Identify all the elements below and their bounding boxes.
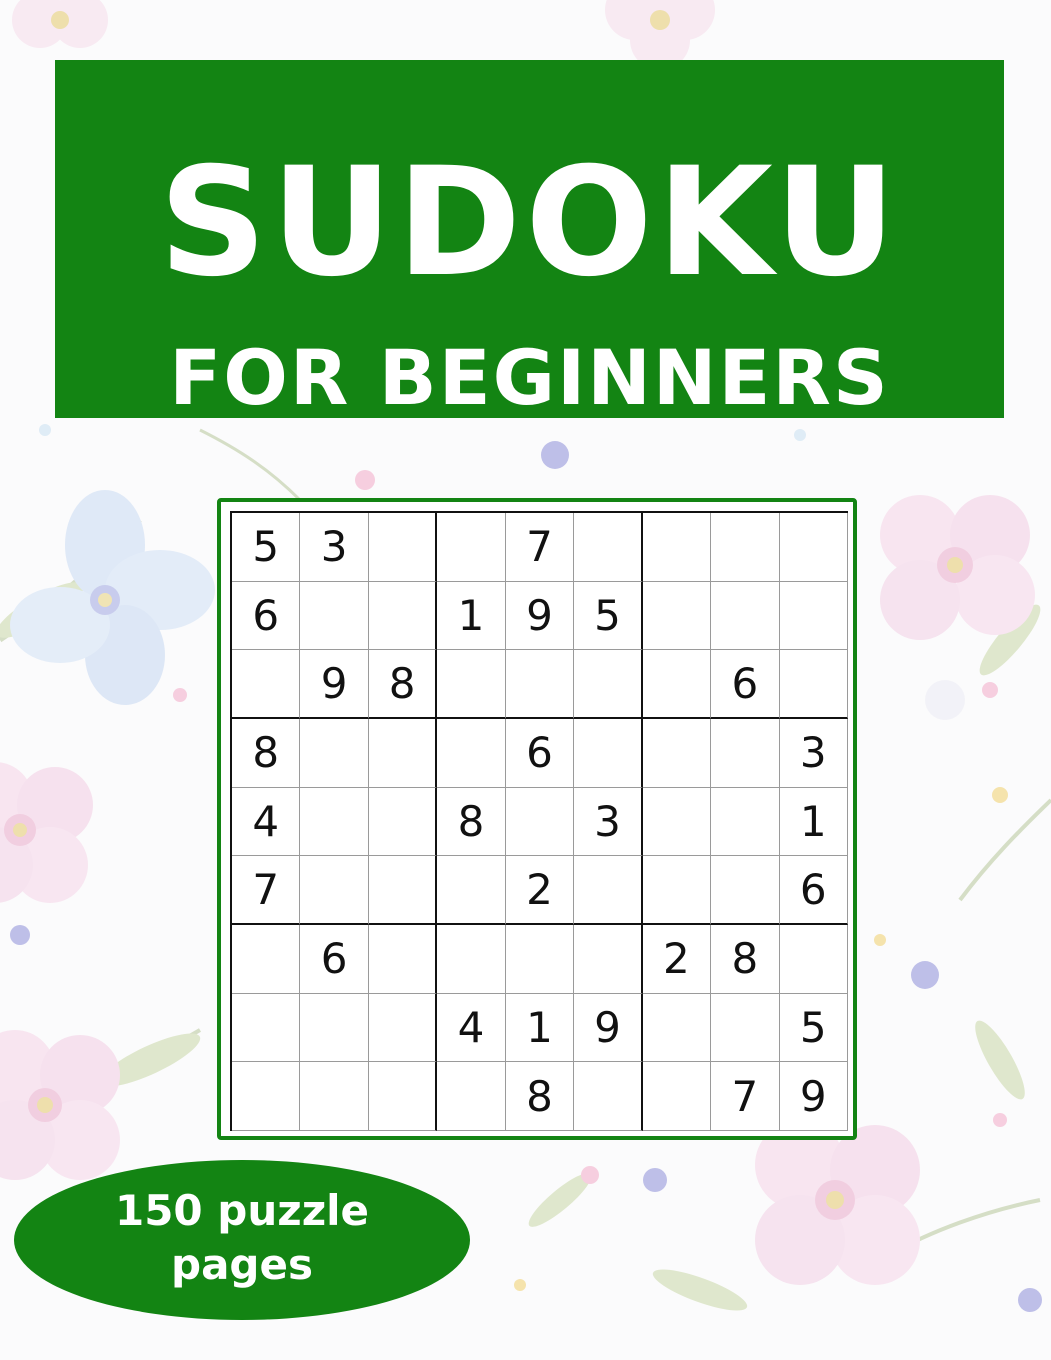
sudoku-cell: 7 <box>505 513 575 582</box>
sudoku-cell <box>437 856 506 925</box>
sudoku-cell <box>711 513 780 582</box>
sudoku-cell <box>437 718 506 788</box>
sudoku-cell: 9 <box>779 1062 848 1131</box>
sudoku-cell <box>505 787 575 857</box>
sudoku-cell: 8 <box>437 787 506 857</box>
sudoku-cell: 4 <box>437 993 506 1063</box>
page-count-badge: 150 puzzle pages <box>14 1160 470 1320</box>
sudoku-cell <box>779 581 848 651</box>
sudoku-cell <box>711 581 780 651</box>
sudoku-cell <box>437 650 506 719</box>
sudoku-cell <box>437 1062 506 1131</box>
sudoku-frame: 537619598686348317266284195879 <box>217 498 857 1140</box>
sudoku-cell <box>711 993 780 1063</box>
sudoku-cell <box>300 1062 369 1131</box>
sudoku-cell: 8 <box>505 1062 575 1131</box>
sudoku-cell <box>505 650 575 719</box>
sudoku-cell <box>574 856 643 925</box>
sudoku-cell <box>300 787 369 857</box>
sudoku-cell: 2 <box>505 856 575 925</box>
sudoku-cell <box>574 513 643 582</box>
sudoku-cell <box>711 718 780 788</box>
sudoku-cell <box>300 581 369 651</box>
sudoku-cell: 9 <box>574 993 643 1063</box>
sudoku-cell <box>437 924 506 994</box>
sudoku-cell: 4 <box>232 787 301 857</box>
sudoku-cell <box>368 787 438 857</box>
sudoku-cell <box>300 856 369 925</box>
sudoku-cell: 2 <box>642 924 712 994</box>
sudoku-cell: 5 <box>574 581 643 651</box>
sudoku-cell <box>300 993 369 1063</box>
sudoku-cell <box>779 924 848 994</box>
sudoku-cell: 5 <box>779 993 848 1063</box>
sudoku-cell <box>368 718 438 788</box>
sudoku-cell <box>232 993 301 1063</box>
sudoku-cell: 3 <box>779 718 848 788</box>
sudoku-cell <box>574 718 643 788</box>
sudoku-cell: 6 <box>505 718 575 788</box>
sudoku-cell <box>368 924 438 994</box>
sudoku-cell <box>368 1062 438 1131</box>
sudoku-cell <box>779 650 848 719</box>
sudoku-cell <box>368 513 438 582</box>
title-banner: SUDOKU FOR BEGINNERS <box>55 60 1004 418</box>
sudoku-cell: 1 <box>779 787 848 857</box>
cover-subtitle: FOR BEGINNERS <box>169 333 890 422</box>
sudoku-cell <box>642 581 712 651</box>
sudoku-cell <box>505 924 575 994</box>
sudoku-cell: 6 <box>779 856 848 925</box>
sudoku-cell: 9 <box>300 650 369 719</box>
sudoku-cell <box>368 581 438 651</box>
sudoku-cell <box>574 924 643 994</box>
sudoku-cell: 5 <box>232 513 301 582</box>
sudoku-cell <box>711 787 780 857</box>
sudoku-cell <box>642 993 712 1063</box>
sudoku-cell <box>642 787 712 857</box>
sudoku-cell: 8 <box>711 924 780 994</box>
sudoku-cell: 8 <box>368 650 438 719</box>
sudoku-cell: 1 <box>437 581 506 651</box>
sudoku-cell: 8 <box>232 718 301 788</box>
sudoku-cell <box>642 718 712 788</box>
sudoku-cell <box>300 718 369 788</box>
sudoku-cell: 3 <box>300 513 369 582</box>
sudoku-grid: 537619598686348317266284195879 <box>230 511 848 1131</box>
sudoku-cell <box>232 1062 301 1131</box>
sudoku-cell <box>574 650 643 719</box>
sudoku-cell: 6 <box>711 650 780 719</box>
sudoku-cell: 7 <box>232 856 301 925</box>
cover-title: SUDOKU <box>158 136 901 310</box>
sudoku-cell <box>642 856 712 925</box>
sudoku-cell <box>779 513 848 582</box>
sudoku-cell: 6 <box>300 924 369 994</box>
sudoku-cell <box>642 513 712 582</box>
sudoku-cell: 6 <box>232 581 301 651</box>
sudoku-cell: 1 <box>505 993 575 1063</box>
sudoku-cell <box>232 650 301 719</box>
sudoku-cell <box>574 1062 643 1131</box>
sudoku-cell <box>642 650 712 719</box>
sudoku-cell <box>642 1062 712 1131</box>
badge-line-2: pages <box>171 1240 313 1289</box>
sudoku-cell <box>437 513 506 582</box>
sudoku-cell: 9 <box>505 581 575 651</box>
sudoku-cell <box>368 993 438 1063</box>
sudoku-cell: 3 <box>574 787 643 857</box>
sudoku-cell <box>368 856 438 925</box>
sudoku-cell: 7 <box>711 1062 780 1131</box>
badge-line-1: 150 puzzle <box>114 1186 370 1235</box>
sudoku-cell <box>232 924 301 994</box>
sudoku-cell <box>711 856 780 925</box>
